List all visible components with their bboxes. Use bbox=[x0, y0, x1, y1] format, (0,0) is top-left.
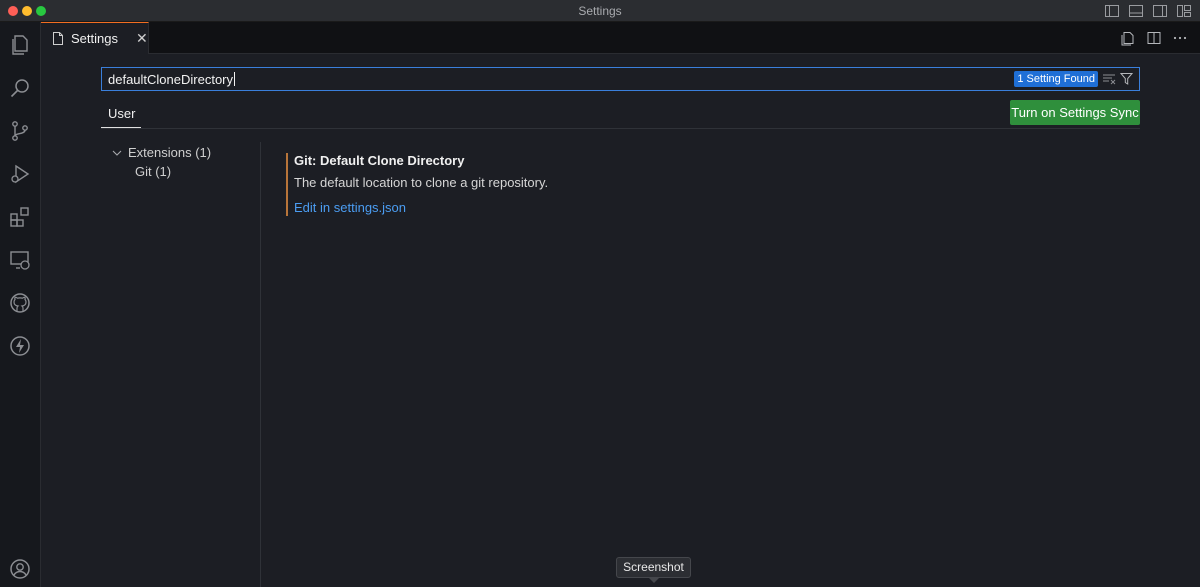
chevron-down-icon[interactable] bbox=[112, 150, 122, 157]
tab-settings[interactable]: Settings ✕ bbox=[41, 22, 149, 54]
modified-indicator bbox=[286, 153, 288, 216]
remote-explorer-icon[interactable] bbox=[5, 245, 35, 275]
edit-in-settings-json-link[interactable]: Edit in settings.json bbox=[294, 200, 406, 215]
run-debug-icon[interactable] bbox=[5, 159, 35, 189]
customize-layout-icon[interactable] bbox=[1176, 3, 1192, 19]
extensions-icon[interactable] bbox=[5, 202, 35, 232]
editor-tab-strip: Settings ✕ bbox=[41, 22, 1200, 54]
toggle-secondary-sidebar-icon[interactable] bbox=[1152, 3, 1168, 19]
close-icon[interactable]: ✕ bbox=[136, 30, 148, 47]
tab-label: Settings bbox=[71, 31, 118, 46]
account-icon[interactable] bbox=[5, 554, 35, 584]
window-title: Settings bbox=[578, 4, 622, 18]
explorer-icon[interactable] bbox=[5, 30, 35, 60]
turn-on-settings-sync-button[interactable]: Turn on Settings Sync bbox=[1010, 100, 1140, 125]
split-editor-icon[interactable] bbox=[1146, 30, 1162, 46]
layout-controls bbox=[1104, 3, 1192, 19]
screenshot-tooltip: Screenshot bbox=[616, 557, 691, 583]
title-bar: Settings bbox=[0, 0, 1200, 22]
scope-divider bbox=[101, 128, 1140, 129]
search-input-value[interactable]: defaultCloneDirectory bbox=[108, 72, 236, 87]
result-count-badge: 1 Setting Found bbox=[1014, 71, 1098, 87]
clear-filter-icon[interactable] bbox=[1102, 72, 1116, 86]
toc-divider bbox=[260, 142, 261, 587]
toc-item-extensions[interactable]: Extensions (1) bbox=[128, 145, 211, 160]
more-actions-icon[interactable] bbox=[1172, 30, 1188, 46]
toggle-primary-sidebar-icon[interactable] bbox=[1104, 3, 1120, 19]
source-control-icon[interactable] bbox=[5, 116, 35, 146]
thunder-icon[interactable] bbox=[5, 331, 35, 361]
github-icon[interactable] bbox=[5, 288, 35, 318]
search-icon[interactable] bbox=[5, 73, 35, 103]
setting-title: Git: Default Clone Directory bbox=[294, 153, 465, 168]
setting-description: The default location to clone a git repo… bbox=[294, 175, 549, 190]
editor-actions bbox=[1120, 30, 1188, 46]
tab-user-label: User bbox=[108, 106, 136, 121]
activity-bar bbox=[0, 22, 41, 587]
file-icon bbox=[53, 32, 63, 45]
text-caret bbox=[234, 72, 236, 86]
filter-icon[interactable] bbox=[1120, 72, 1133, 86]
tab-user-settings[interactable]: User bbox=[101, 100, 141, 128]
open-settings-json-icon[interactable] bbox=[1120, 30, 1136, 46]
settings-search-input[interactable]: defaultCloneDirectory 1 Setting Found bbox=[101, 67, 1140, 91]
toc-item-git[interactable]: Git (1) bbox=[135, 164, 171, 179]
toggle-panel-icon[interactable] bbox=[1128, 3, 1144, 19]
